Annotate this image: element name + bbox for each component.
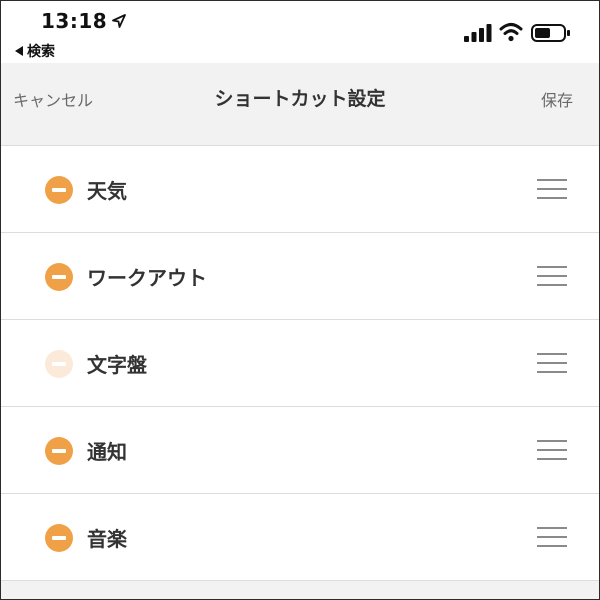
minus-circle-icon[interactable] [45, 437, 73, 465]
section-gap [1, 129, 599, 145]
back-to-search-link[interactable]: 検索 [15, 41, 55, 61]
minus-circle-icon[interactable] [45, 524, 73, 552]
save-button[interactable]: 保存 [541, 87, 573, 111]
list-item-notifications: 通知 [1, 407, 599, 494]
drag-handle-icon[interactable] [537, 179, 567, 199]
cellular-signal-icon [464, 24, 492, 42]
screen: 13:18 検索 キャンセル ショートカット設定 保存 天気 ワークアウト 文字… [0, 0, 600, 600]
list-item-watch-face: 文字盤 [1, 320, 599, 407]
battery-icon [531, 24, 570, 42]
drag-handle-icon[interactable] [537, 266, 567, 286]
shortcut-list: 天気 ワークアウト 文字盤 通知 音楽 [1, 145, 599, 581]
minus-circle-icon[interactable] [45, 263, 73, 291]
drag-handle-icon[interactable] [537, 440, 567, 460]
list-item-weather: 天気 [1, 146, 599, 233]
list-item-music: 音楽 [1, 494, 599, 581]
list-item-label: 通知 [87, 440, 127, 464]
page-title: ショートカット設定 [214, 88, 386, 110]
list-item-label: 文字盤 [87, 353, 147, 377]
location-arrow-icon [112, 14, 126, 28]
minus-circle-icon[interactable] [45, 350, 73, 378]
list-item-label: ワークアウト [87, 266, 207, 290]
drag-handle-icon[interactable] [537, 527, 567, 547]
list-footer [1, 581, 599, 599]
list-item-label: 音楽 [87, 527, 127, 551]
drag-handle-icon[interactable] [537, 353, 567, 373]
status-bar: 13:18 検索 [1, 1, 599, 63]
wifi-icon [499, 23, 523, 42]
back-label: 検索 [27, 44, 55, 60]
back-arrow-icon [15, 46, 23, 56]
minus-circle-icon[interactable] [45, 176, 73, 204]
navigation-bar: キャンセル ショートカット設定 保存 [1, 63, 599, 129]
status-time: 13:18 [41, 9, 108, 33]
list-item-label: 天気 [87, 179, 127, 203]
list-item-workout: ワークアウト [1, 233, 599, 320]
